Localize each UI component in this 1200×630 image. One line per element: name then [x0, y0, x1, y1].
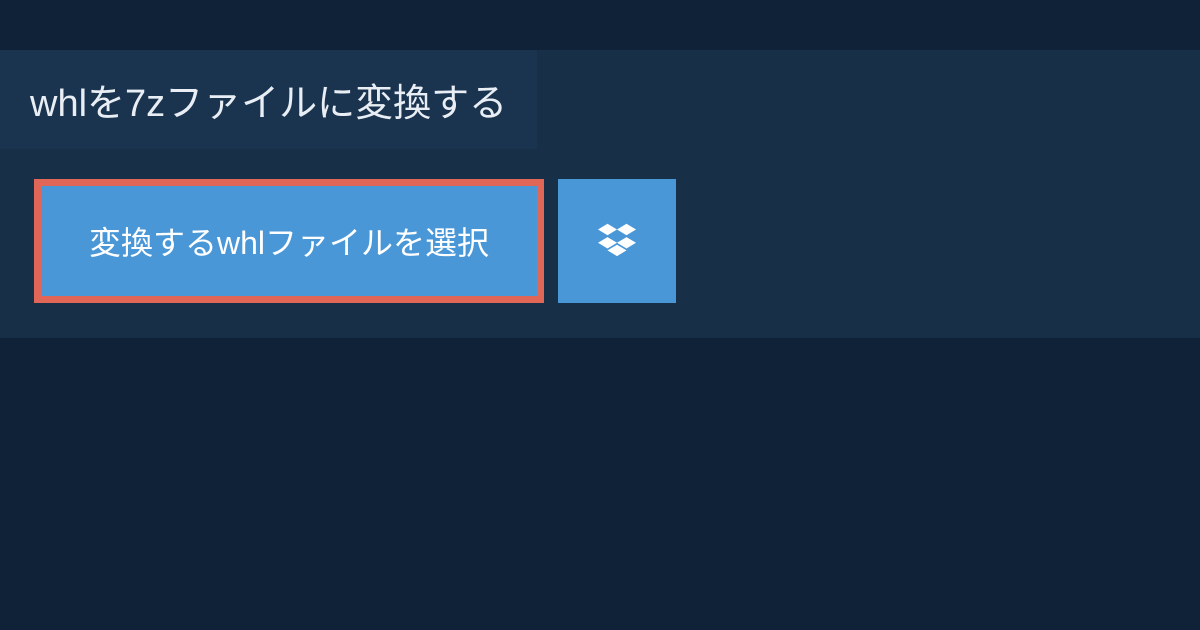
- dropbox-icon: [598, 220, 636, 263]
- title-bar: whlを7zファイルに変換する: [0, 50, 537, 149]
- converter-panel: whlを7zファイルに変換する 変換するwhlファイルを選択: [0, 50, 1200, 338]
- button-row: 変換するwhlファイルを選択: [0, 149, 1200, 303]
- page-title: whlを7zファイルに変換する: [30, 72, 507, 127]
- select-file-label: 変換するwhlファイルを選択: [89, 218, 489, 264]
- select-file-button[interactable]: 変換するwhlファイルを選択: [34, 179, 544, 303]
- dropbox-button[interactable]: [558, 179, 676, 303]
